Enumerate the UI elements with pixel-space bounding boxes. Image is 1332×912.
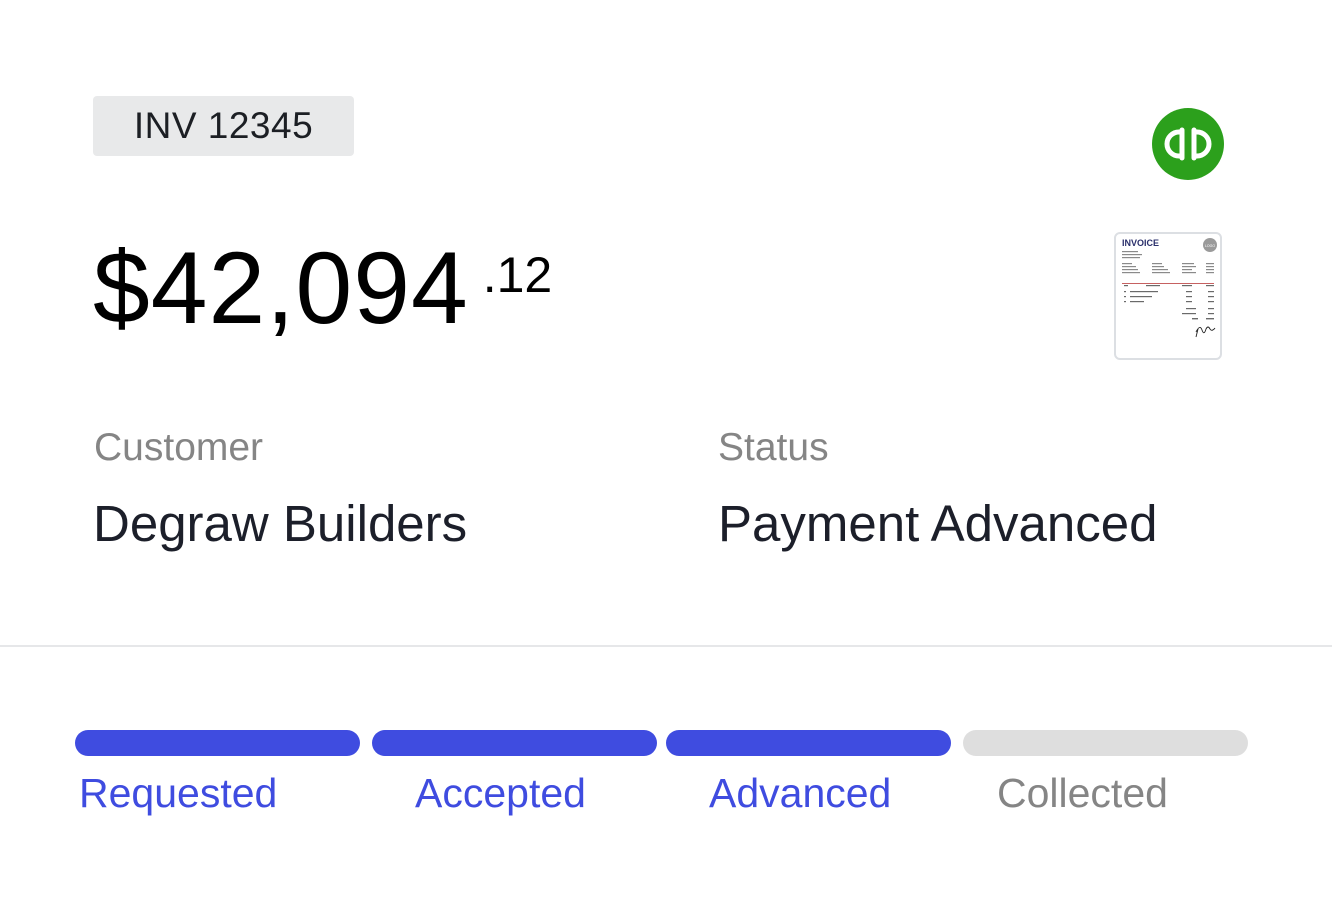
status-label: Status bbox=[718, 426, 829, 469]
progress-step-accepted-bar bbox=[372, 730, 657, 756]
invoice-amount: $42,094 .12 bbox=[93, 228, 552, 348]
customer-value: Degraw Builders bbox=[93, 495, 468, 552]
invoice-card: INV 12345 $42,094 .12 INVOICE LOGO Custo… bbox=[0, 0, 1332, 912]
progress-step-advanced-label: Advanced bbox=[709, 770, 892, 816]
invoice-preview-title: INVOICE bbox=[1122, 238, 1159, 248]
amount-cents: .12 bbox=[482, 247, 553, 303]
progress-step-accepted-label: Accepted bbox=[415, 770, 586, 816]
progress-step-requested-bar bbox=[75, 730, 360, 756]
invoice-preview-image: INVOICE LOGO bbox=[1122, 238, 1217, 338]
quickbooks-icon bbox=[1152, 108, 1224, 180]
status-value: Payment Advanced bbox=[718, 495, 1158, 552]
invoice-document-thumbnail[interactable]: INVOICE LOGO bbox=[1114, 232, 1222, 360]
progress-step-collected-label: Collected bbox=[997, 770, 1168, 816]
customer-label: Customer bbox=[94, 426, 264, 469]
progress-step-requested-label: Requested bbox=[79, 770, 278, 816]
invoice-number-badge: INV 12345 bbox=[93, 96, 354, 156]
progress-step-collected-bar bbox=[963, 730, 1248, 756]
invoice-preview-logo: LOGO bbox=[1205, 244, 1215, 248]
amount-dollars: $42,094 bbox=[93, 231, 469, 345]
section-divider bbox=[0, 645, 1332, 647]
progress-step-advanced-bar bbox=[666, 730, 951, 756]
